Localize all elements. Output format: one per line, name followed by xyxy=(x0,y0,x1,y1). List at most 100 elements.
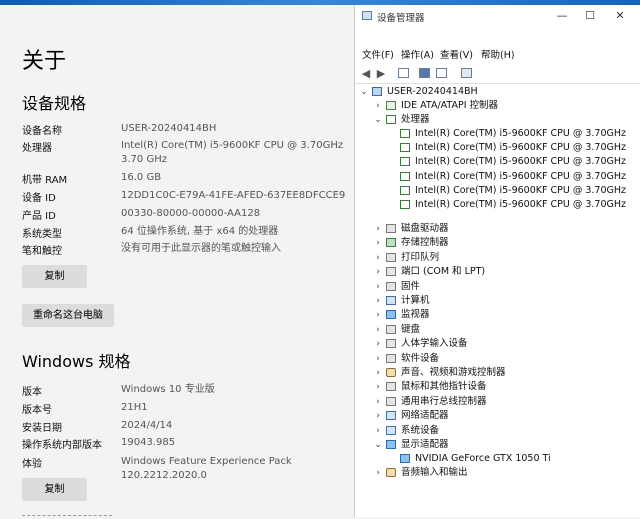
expand-chevron-icon[interactable]: › xyxy=(373,366,383,380)
properties-icon[interactable] xyxy=(419,68,430,78)
spec-value: Windows 10 专业版 xyxy=(121,384,215,395)
tree-row-category[interactable]: › 通用串行总线控制器 xyxy=(355,395,640,409)
tree-row-category[interactable]: › 声音、视频和游戏控制器 xyxy=(355,366,640,380)
expand-chevron-icon[interactable]: › xyxy=(373,308,383,322)
processor-icon xyxy=(400,129,410,138)
expand-chevron-icon[interactable]: › xyxy=(373,222,383,236)
expand-chevron-icon[interactable]: › xyxy=(373,265,383,279)
expand-chevron-icon[interactable]: › xyxy=(373,409,383,423)
menu-bar: 文件(F) 操作(A) 查看(V) 帮助(H) xyxy=(355,47,640,63)
hid-icon xyxy=(386,339,396,349)
tree-row-category[interactable]: › 存储控制器 xyxy=(355,236,640,250)
tree-label: 计算机 xyxy=(401,295,430,306)
maximize-icon[interactable]: ☐ xyxy=(577,7,603,25)
expand-chevron-icon[interactable]: › xyxy=(373,337,383,351)
tree-row-category[interactable]: › 鼠标和其他指针设备 xyxy=(355,380,640,394)
processor-icon xyxy=(400,200,410,209)
network-adapter-icon xyxy=(386,411,396,421)
tree-row-category[interactable]: › 固件 xyxy=(355,280,640,294)
tree-row-category[interactable]: › 端口 (COM 和 LPT) xyxy=(355,265,640,279)
tree-label: IDE ATA/ATAPI 控制器 xyxy=(401,100,499,111)
tree-label: 系统设备 xyxy=(401,424,440,436)
menu-action[interactable]: 操作(A) xyxy=(401,47,434,61)
expand-chevron-icon[interactable]: › xyxy=(373,280,383,294)
page-title: 关于 xyxy=(22,49,67,74)
tree-label: 存储控制器 xyxy=(401,237,449,249)
spec-value: Intel(R) Core(TM) i5-9600KF CPU @ 3.70GH… xyxy=(121,140,344,165)
expand-chevron-icon[interactable]: › xyxy=(373,323,383,337)
tree-row-category[interactable]: › 计算机 xyxy=(355,294,640,308)
rename-pc-button[interactable]: 重命名这台电脑 xyxy=(22,304,114,327)
tree-row-root[interactable]: ⌄ USER-20240414BH xyxy=(355,85,640,99)
toolbar: ◀ ▶ xyxy=(355,65,640,84)
tree-row-display-adapters[interactable]: ⌄ 显示适配器 xyxy=(355,438,640,452)
spec-row-product-id: 产品 ID 00330-80000-00000-AA128 xyxy=(22,207,347,223)
expand-chevron-icon[interactable]: › xyxy=(373,380,383,394)
tree-row-audio[interactable]: › 音频输入和输出 xyxy=(355,466,640,480)
tree-label: 监视器 xyxy=(401,309,430,321)
tree-label: 显示适配器 xyxy=(401,439,449,450)
scan-hardware-icon[interactable] xyxy=(461,68,472,78)
tree-row-processors[interactable]: ⌄ 处理器 xyxy=(355,113,640,127)
spec-key: 版本号 xyxy=(22,405,52,416)
tree-row-cpu[interactable]: Intel(R) Core(TM) i5-9600KF CPU @ 3.70GH… xyxy=(355,170,640,184)
help-icon[interactable] xyxy=(436,68,447,78)
tree-row-category[interactable]: › 网络适配器 xyxy=(355,409,640,423)
close-icon[interactable]: ✕ xyxy=(607,7,633,25)
spec-row-install-date: 安装日期 2024/4/14 xyxy=(22,419,347,435)
keyboard-icon xyxy=(386,324,396,334)
spec-row-ram: 机带 RAM 16.0 GB xyxy=(22,171,347,187)
computer-icon xyxy=(386,296,396,305)
tree-label: 声音、视频和游戏控制器 xyxy=(401,367,506,378)
tree-row-cpu[interactable]: Intel(R) Core(TM) i5-9600KF CPU @ 3.70GH… xyxy=(355,127,640,141)
processor-icon xyxy=(400,171,410,181)
title-bar[interactable]: 设备管理器 — ☐ ✕ xyxy=(355,5,640,27)
tree-row-category[interactable]: › 软件设备 xyxy=(355,352,640,366)
tree-label: 打印队列 xyxy=(401,251,440,263)
spec-value: 64 位操作系统, 基于 x64 的处理器 xyxy=(121,226,279,237)
tree-row-cpu[interactable]: Intel(R) Core(TM) i5-9600KF CPU @ 3.70GH… xyxy=(355,141,640,155)
copy-device-spec-button[interactable]: 复制 xyxy=(22,265,87,288)
tree-row-ide[interactable]: › IDE ATA/ATAPI 控制器 xyxy=(355,99,640,113)
gpu-icon xyxy=(400,454,410,463)
tree-row-cpu[interactable]: Intel(R) Core(TM) i5-9600KF CPU @ 3.70GH… xyxy=(355,155,640,169)
tree-row-category[interactable]: › 系统设备 xyxy=(355,424,640,438)
tree-row-cpu[interactable]: Intel(R) Core(TM) i5-9600KF CPU @ 3.70GH… xyxy=(355,198,640,212)
tree-row-category[interactable]: › 人体学输入设备 xyxy=(355,337,640,351)
spec-value: 没有可用于此显示器的笔或触控输入 xyxy=(121,243,281,254)
device-view-icon[interactable] xyxy=(398,68,409,78)
spec-row-pen-touch: 笔和触控 没有可用于此显示器的笔或触控输入 xyxy=(22,242,347,258)
expand-chevron-icon[interactable]: › xyxy=(373,236,383,250)
expand-chevron-icon[interactable]: › xyxy=(373,251,383,265)
tree-row-gpu[interactable]: NVIDIA GeForce GTX 1050 Ti xyxy=(355,452,640,466)
tree-label: 固件 xyxy=(401,280,421,292)
collapse-chevron-icon[interactable]: ⌄ xyxy=(373,438,383,452)
back-arrow-icon[interactable]: ◀ xyxy=(359,67,373,80)
monitor-icon xyxy=(386,310,396,320)
expand-chevron-icon[interactable]: › xyxy=(373,395,383,409)
spec-value: 21H1 xyxy=(121,402,148,413)
forward-arrow-icon[interactable]: ▶ xyxy=(374,67,388,80)
expand-chevron-icon[interactable]: › xyxy=(373,466,383,480)
tree-row-cpu[interactable]: Intel(R) Core(TM) i5-9600KF CPU @ 3.70GH… xyxy=(355,184,640,198)
tree-label: 人体学输入设备 xyxy=(401,338,468,350)
expand-chevron-icon[interactable]: › xyxy=(373,352,383,366)
tree-row-category[interactable]: › 监视器 xyxy=(355,308,640,322)
expand-chevron-icon[interactable]: › xyxy=(373,424,383,438)
menu-view[interactable]: 查看(V) xyxy=(440,47,473,61)
tree-row-category[interactable]: › 打印队列 xyxy=(355,251,640,265)
menu-help[interactable]: 帮助(H) xyxy=(481,47,515,61)
minimize-icon[interactable]: — xyxy=(549,7,575,25)
menu-file[interactable]: 文件(F) xyxy=(362,47,394,61)
copy-windows-spec-button[interactable]: 复制 xyxy=(22,478,87,501)
storage-controller-icon xyxy=(386,238,396,248)
display-adapter-icon xyxy=(386,440,396,449)
tree-row-category[interactable]: › 键盘 xyxy=(355,323,640,337)
tree-label: 音频输入和输出 xyxy=(401,467,468,478)
tree-row-category[interactable]: › 磁盘驱动器 xyxy=(355,222,640,236)
spec-row-device-name: 设备名称 USER-20240414BH xyxy=(22,122,347,138)
collapse-chevron-icon[interactable]: ⌄ xyxy=(373,113,383,127)
expand-chevron-icon[interactable]: › xyxy=(373,294,383,308)
collapse-chevron-icon[interactable]: ⌄ xyxy=(359,85,369,99)
expand-chevron-icon[interactable]: › xyxy=(373,99,383,113)
